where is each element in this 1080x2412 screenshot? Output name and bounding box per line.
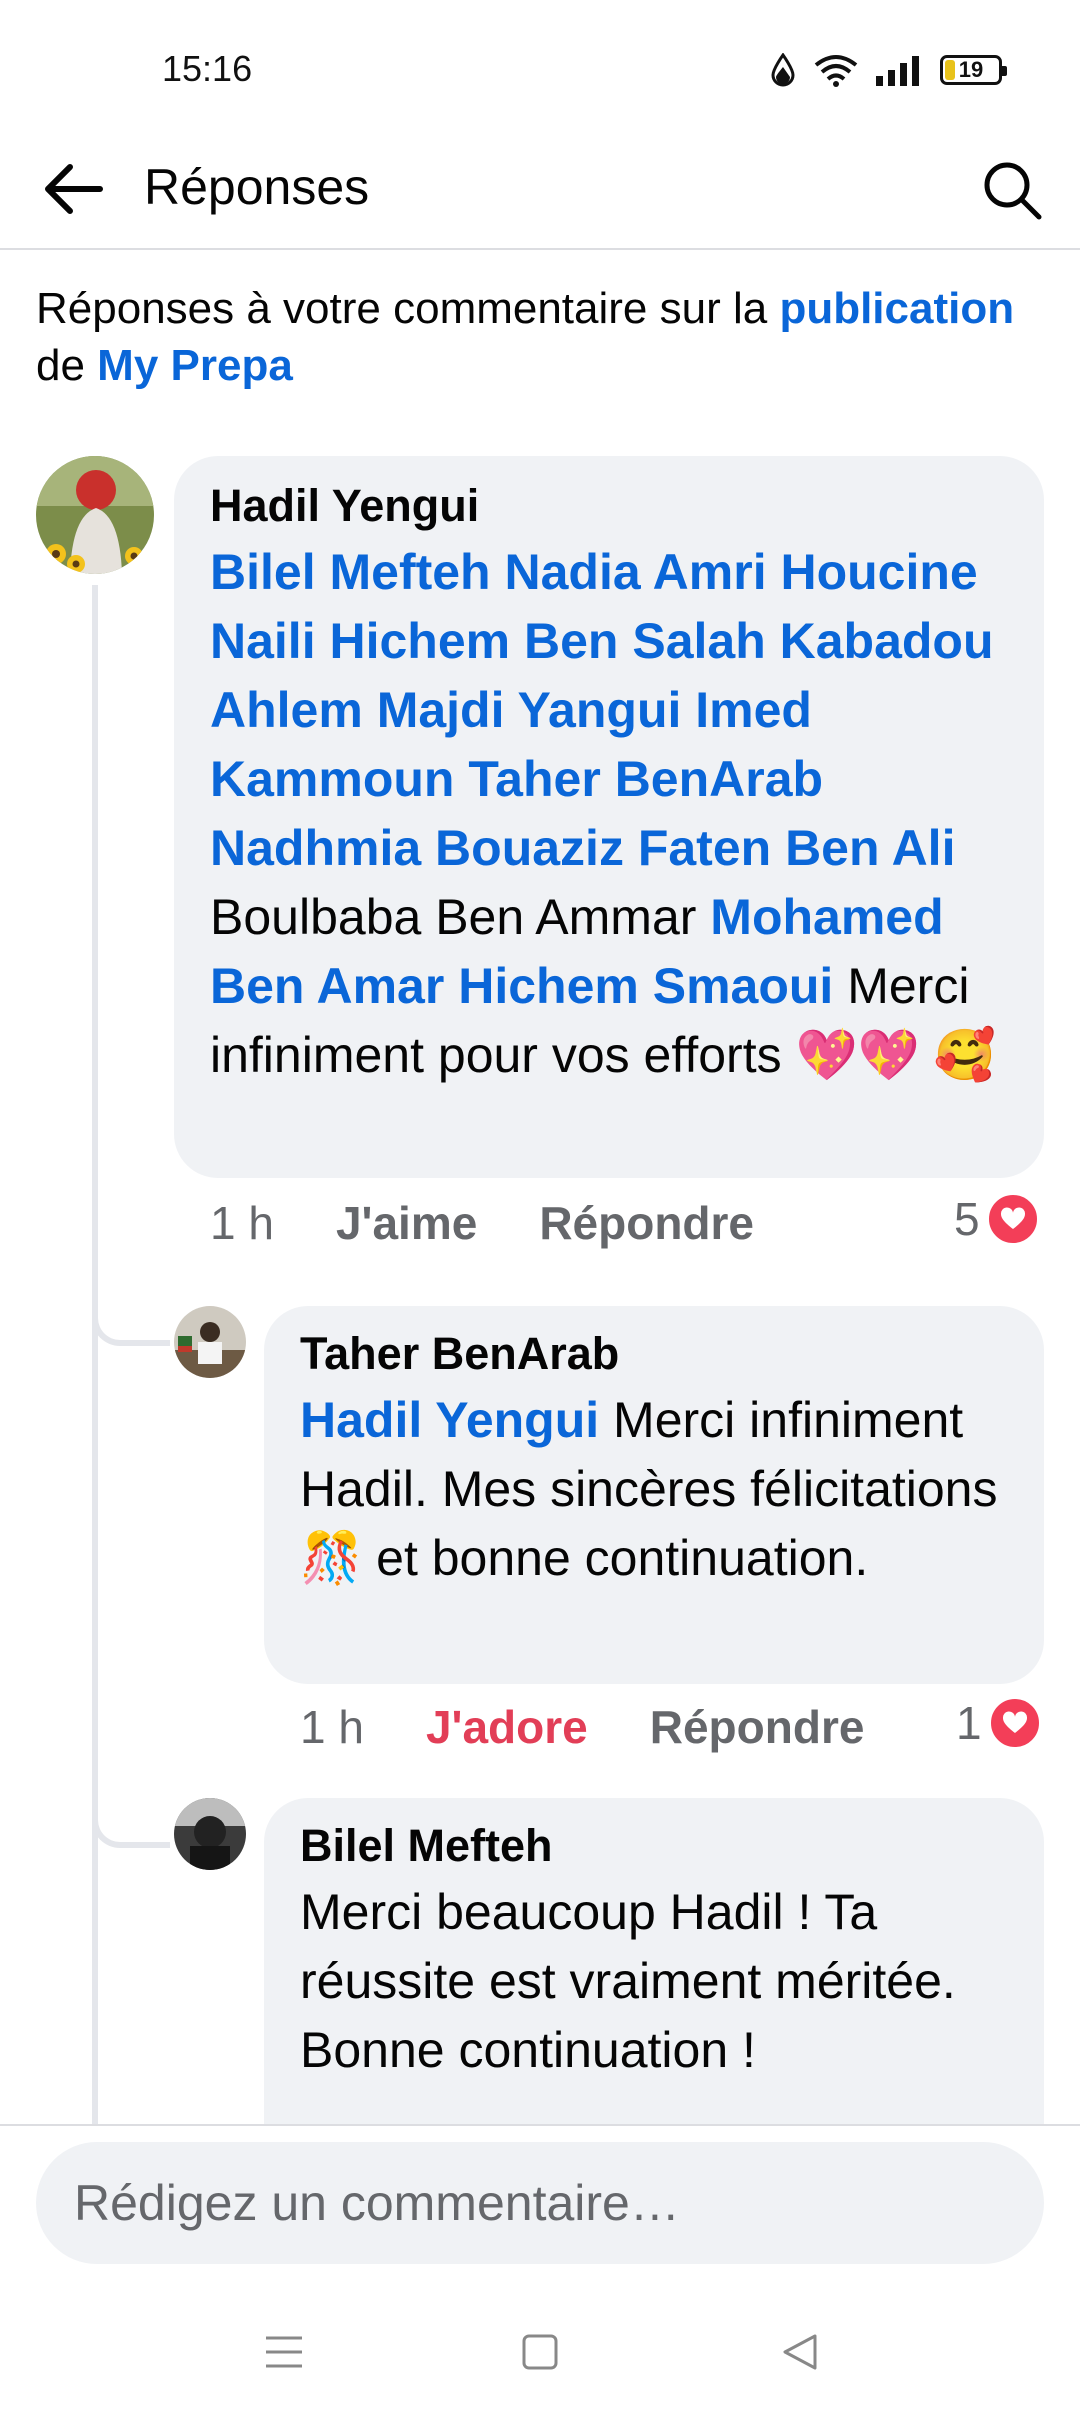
reaction-summary[interactable]: 1 — [956, 1696, 1042, 1750]
love-button[interactable]: J'adore — [426, 1700, 588, 1754]
avatar-hadil-yengui[interactable] — [36, 456, 154, 574]
thread-branch — [92, 1300, 170, 1346]
status-bar: 15:16 19 — [0, 0, 1080, 130]
page-link[interactable]: My Prepa — [97, 341, 293, 390]
reply-button[interactable]: Répondre — [539, 1196, 754, 1250]
avatar-image — [174, 1798, 246, 1870]
comment-input[interactable]: Rédigez un commentaire… — [36, 2142, 1044, 2264]
avatar-taher-benarab[interactable] — [174, 1306, 246, 1378]
page-title: Réponses — [144, 159, 370, 215]
reaction-count: 1 — [956, 1697, 982, 1749]
publication-link[interactable]: publication — [779, 284, 1014, 333]
status-time: 15:16 — [162, 48, 253, 89]
emoji-hearts-smile: 💖💖 🥰 — [795, 1027, 997, 1083]
comment-text-segment: Boulbaba Ben Ammar — [210, 889, 711, 945]
avatar-image — [36, 456, 154, 574]
battery-icon: 19 — [940, 55, 1007, 85]
wifi-icon — [814, 55, 858, 87]
comment-text: Hadil Yengui Merci infiniment Hadil. Mes… — [300, 1386, 1008, 1593]
reaction-count: 5 — [954, 1193, 980, 1245]
mention-hadil-yengui[interactable]: Hadil Yengui — [300, 1392, 599, 1448]
search-button[interactable] — [972, 150, 1052, 230]
reply-button[interactable]: Répondre — [650, 1700, 865, 1754]
reply-context: Réponses à votre commentaire sur la publ… — [36, 280, 1036, 394]
comment-text-segment: Merci beaucoup Hadil ! Ta réussite est v… — [300, 1884, 956, 2078]
menu-icon — [266, 2336, 302, 2368]
context-middle: de — [36, 341, 98, 390]
comment-author[interactable]: Hadil Yengui — [210, 480, 1008, 532]
arrow-left-icon — [45, 164, 103, 214]
comment-text: Bilel Mefteh Nadia Amri Houcine Naili Hi… — [210, 538, 1008, 1168]
battery-percent: 19 — [958, 57, 984, 82]
reply-bubble[interactable]: Taher BenArab Hadil Yengui Merci infinim… — [264, 1306, 1044, 1684]
comment-time: 1 h — [300, 1701, 364, 1753]
like-button[interactable]: J'aime — [336, 1196, 477, 1250]
comment-actions: 1 h J'adore Répondre — [300, 1700, 926, 1754]
triangle-back-icon — [783, 2334, 817, 2370]
back-nav-button[interactable] — [770, 2322, 830, 2382]
heart-icon — [985, 1192, 1040, 1246]
comment-author[interactable]: Taher BenArab — [300, 1328, 1008, 1380]
avatar-bilel-mefteh[interactable] — [174, 1798, 246, 1870]
search-icon — [984, 162, 1042, 220]
heart-icon — [987, 1696, 1042, 1750]
top-bar: Réponses — [0, 130, 1080, 250]
home-nav-button[interactable] — [510, 2322, 570, 2382]
comment-text: Merci beaucoup Hadil ! Ta réussite est v… — [300, 1878, 1008, 2085]
comment-time: 1 h — [210, 1197, 274, 1249]
comment-bubble[interactable]: Hadil Yengui Bilel Mefteh Nadia Amri Hou… — [174, 456, 1044, 1178]
signal-icon — [876, 56, 919, 86]
thread-line — [92, 585, 98, 2125]
comment-composer-bar: Rédigez un commentaire… — [0, 2124, 1080, 2286]
status-icons: 19 — [770, 50, 1007, 90]
back-button[interactable] — [32, 154, 112, 224]
mention-list[interactable]: Bilel Mefteh Nadia Amri Houcine Naili Hi… — [210, 544, 994, 876]
thread-branch — [92, 1802, 170, 1848]
system-nav-bar — [0, 2284, 1080, 2412]
menu-nav-button[interactable] — [254, 2322, 314, 2382]
square-home-icon — [522, 2334, 558, 2370]
comment-author[interactable]: Bilel Mefteh — [300, 1820, 1008, 1872]
data-saver-icon — [771, 53, 795, 87]
comment-actions: 1 h J'aime Répondre — [210, 1196, 816, 1250]
context-prefix: Réponses à votre commentaire sur la — [36, 284, 780, 333]
avatar-image — [174, 1306, 246, 1378]
reaction-summary[interactable]: 5 — [954, 1192, 1040, 1246]
reply-bubble[interactable]: Bilel Mefteh Merci beaucoup Hadil ! Ta r… — [264, 1798, 1044, 2178]
